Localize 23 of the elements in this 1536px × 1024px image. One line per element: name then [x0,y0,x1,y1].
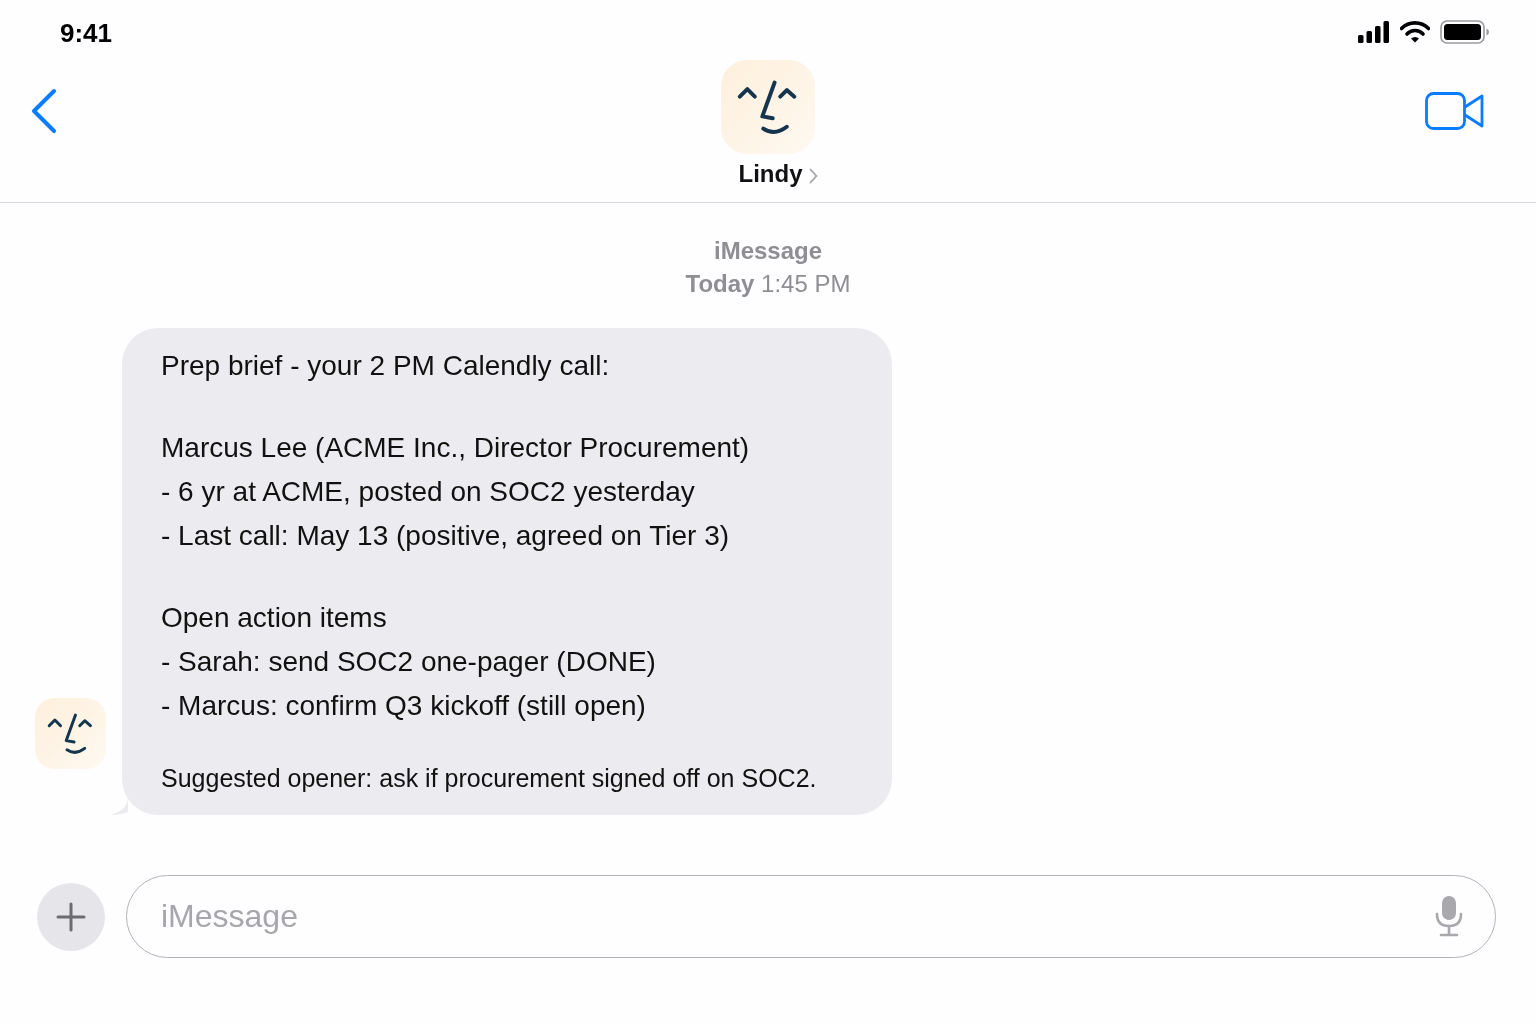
back-chevron-icon [30,88,58,134]
message-line: - Last call: May 13 (positive, agreed on Tier 3) [161,519,730,553]
message-line: - 6 yr at ACME, posted on SOC2 yesterday [161,475,695,509]
message-input-field[interactable]: iMessage [126,875,1496,958]
plus-icon [56,901,86,932]
message-timestamp: Today 1:45 PM [685,269,851,299]
message-line: - Sarah: send SOC2 one-pager (DONE) [161,645,656,679]
microphone-icon[interactable] [1434,895,1464,937]
face-avatar-icon [35,698,106,769]
message-line: Open action items [161,601,387,635]
service-label: iMessage [713,236,823,266]
message-line: - Marcus: confirm Q3 kickoff (still open) [161,689,646,723]
message-line: Marcus Lee (ACME Inc., Director Procurement) [161,431,750,465]
video-camera-icon [1425,92,1485,130]
chevron-right-icon [808,167,818,184]
status-time: 9:41 [60,17,113,49]
message-line: Prep brief - your 2 PM Calendly call: [161,349,610,383]
battery-icon [1440,20,1490,44]
wifi-icon [1400,21,1430,43]
contact-name[interactable]: Lindy [738,159,803,189]
signal-bars-icon [1358,21,1390,43]
message-line: Suggested opener: ask if procurement signed off on SOC2. [161,763,817,794]
face-avatar-icon[interactable] [721,60,815,154]
